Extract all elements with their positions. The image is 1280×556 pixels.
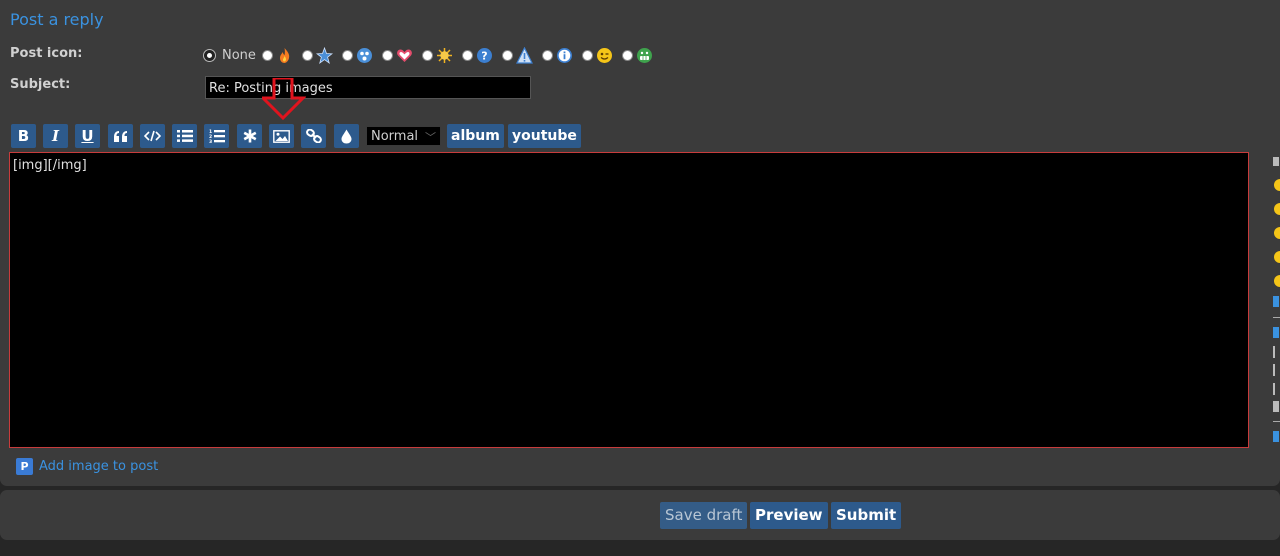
post-icon-label: Post icon: xyxy=(10,46,83,61)
numbered-list-button[interactable]: 123 xyxy=(204,124,229,148)
add-image-link[interactable]: P Add image to post xyxy=(16,458,158,475)
code-button[interactable] xyxy=(140,124,165,148)
add-image-label: Add image to post xyxy=(39,459,159,474)
post-icon-radio-info[interactable] xyxy=(541,49,553,61)
bullet-list-icon xyxy=(176,130,193,142)
star-icon[interactable] xyxy=(315,46,334,64)
warning-icon[interactable] xyxy=(515,46,533,64)
numbered-list-icon: 123 xyxy=(209,129,225,143)
info-icon[interactable] xyxy=(556,47,573,64)
post-icon-radio-none[interactable] xyxy=(204,49,215,61)
submit-button[interactable]: Submit xyxy=(831,502,902,529)
list-item-button[interactable] xyxy=(237,124,262,148)
shocked-face-icon[interactable] xyxy=(356,47,373,64)
post-icon-none-label: None xyxy=(222,47,256,63)
subject-label: Subject: xyxy=(10,77,71,92)
sun-icon[interactable] xyxy=(436,47,453,64)
message-content: [img][/img] xyxy=(13,158,87,173)
link-icon xyxy=(305,129,322,143)
code-icon xyxy=(144,130,161,142)
post-icon-radio-sun[interactable] xyxy=(421,49,433,61)
message-textarea[interactable]: [img][/img] xyxy=(9,152,1249,448)
bold-button[interactable]: B xyxy=(11,124,36,148)
subject-input[interactable]: Re: Posting images xyxy=(205,76,531,99)
asterisk-icon xyxy=(243,129,256,143)
submit-panel xyxy=(0,490,1280,540)
quote-icon xyxy=(114,130,127,142)
post-icon-options: None ? xyxy=(204,45,662,65)
font-size-select[interactable]: Normal ﹀ xyxy=(366,126,441,146)
winking-face-icon[interactable] xyxy=(596,47,613,64)
smilies-sidebar xyxy=(1273,154,1280,454)
album-button[interactable]: album xyxy=(447,124,504,148)
grinning-face-icon[interactable] xyxy=(636,47,653,64)
post-icon-radio-star[interactable] xyxy=(301,49,313,61)
font-color-button[interactable] xyxy=(334,124,359,148)
insert-link-button[interactable] xyxy=(301,124,326,148)
image-icon xyxy=(273,129,290,143)
chevron-down-icon: ﹀ xyxy=(425,131,436,144)
post-icon-radio-wink[interactable] xyxy=(581,49,593,61)
font-size-value: Normal xyxy=(371,129,419,144)
post-icon-radio-fire[interactable] xyxy=(261,49,273,61)
post-icon-radio-question[interactable] xyxy=(461,49,473,61)
underline-button[interactable]: U xyxy=(75,124,100,148)
post-icon-radio-shocked[interactable] xyxy=(341,49,353,61)
heart-icon[interactable] xyxy=(396,47,413,64)
svg-text:3: 3 xyxy=(209,139,212,143)
bullet-list-button[interactable] xyxy=(172,124,197,148)
italic-button[interactable]: I xyxy=(43,124,68,148)
post-icon-radio-warning[interactable] xyxy=(501,49,513,61)
youtube-button[interactable]: youtube xyxy=(508,124,581,148)
quote-button[interactable] xyxy=(108,124,133,148)
svg-text:?: ? xyxy=(481,49,487,62)
postimage-icon: P xyxy=(16,458,33,475)
insert-image-button[interactable] xyxy=(269,124,294,148)
question-icon[interactable]: ? xyxy=(476,47,493,64)
preview-button[interactable]: Preview xyxy=(750,502,828,529)
color-drop-icon xyxy=(341,129,352,143)
post-icon-radio-heart[interactable] xyxy=(381,49,393,61)
form-title: Post a reply xyxy=(10,10,104,29)
post-icon-radio-grin[interactable] xyxy=(621,49,633,61)
save-draft-button[interactable]: Save draft xyxy=(660,502,748,529)
fire-icon[interactable] xyxy=(276,47,293,64)
